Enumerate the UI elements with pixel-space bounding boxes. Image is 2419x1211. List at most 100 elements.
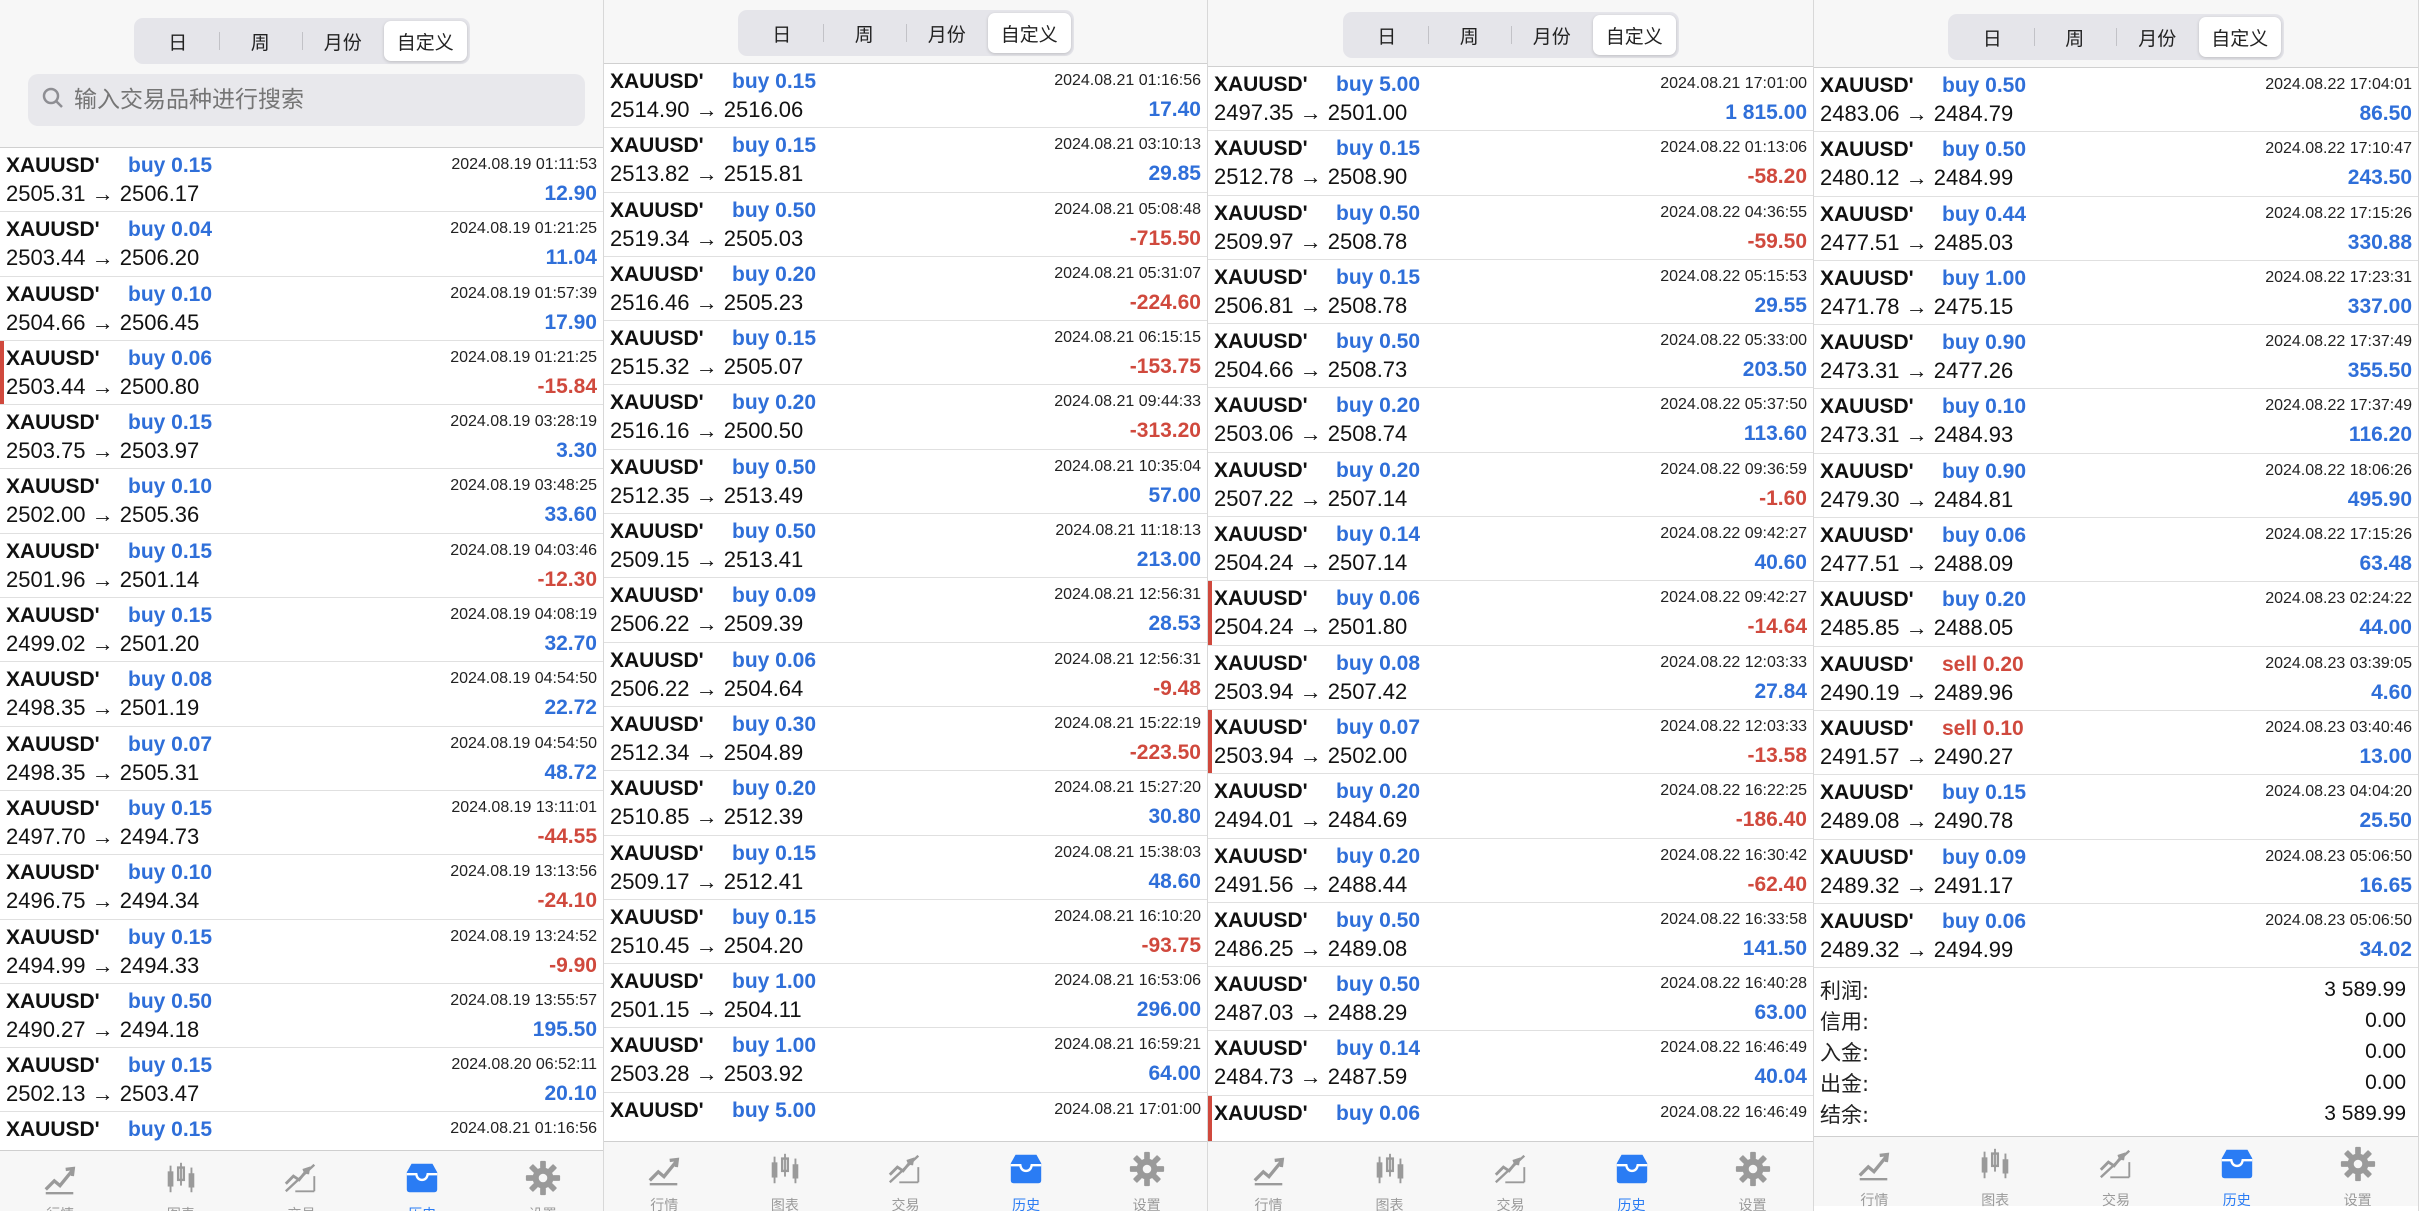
deal-row[interactable]: XAUUSD' buy 1.00 2024.08.21 16:59:21 2503.2…: [604, 1028, 1207, 1093]
deal-row[interactable]: XAUUSD' sell 0.20 2024.08.23 03:39:05 2490.…: [1814, 647, 2418, 711]
period-option[interactable]: 周: [823, 13, 906, 53]
period-option[interactable]: 月份: [301, 21, 385, 61]
tab-quotes[interactable]: 行情: [1834, 1145, 1914, 1210]
deal-row[interactable]: XAUUSD' buy 0.50 2024.08.22 17:04:01 2483.0…: [1814, 68, 2418, 133]
period-option[interactable]: 月份: [1510, 15, 1594, 55]
tab-gear[interactable]: 设置: [2318, 1145, 2398, 1210]
deal-row[interactable]: XAUUSD' buy 0.04 2024.08.19 01:21:25 2503.4…: [0, 212, 603, 277]
period-option[interactable]: 日: [1346, 15, 1429, 55]
tab-trade[interactable]: 交易: [2076, 1145, 2156, 1210]
tab-history[interactable]: 历史: [382, 1159, 462, 1211]
deal-row[interactable]: XAUUSD' buy 0.50 2024.08.21 10:35:04 2512.3…: [604, 450, 1207, 515]
tab-quotes[interactable]: 行情: [624, 1150, 704, 1211]
deal-row[interactable]: XAUUSD' buy 0.20 2024.08.21 09:44:33 2516.1…: [604, 385, 1207, 450]
deal-row[interactable]: XAUUSD' buy 0.15 2024.08.19 03:28:19 2503.7…: [0, 405, 603, 470]
deal-row[interactable]: XAUUSD' buy 0.15 2024.08.21 16:10:20 2510.4…: [604, 900, 1207, 965]
period-option[interactable]: 自定义: [1593, 15, 1676, 55]
tab-gear[interactable]: 设置: [1713, 1150, 1793, 1211]
deal-row[interactable]: XAUUSD' buy 0.09 2024.08.21 12:56:31 2506.2…: [604, 578, 1207, 643]
tab-history[interactable]: 历史: [2197, 1145, 2277, 1210]
deal-row[interactable]: XAUUSD' buy 0.20 2024.08.22 09:36:59 2507.2…: [1208, 453, 1813, 518]
deal-row[interactable]: XAUUSD' buy 0.10 2024.08.19 01:57:39 2504.6…: [0, 277, 603, 341]
deal-row[interactable]: XAUUSD' buy 0.15 2024.08.19 04:03:46 2501.9…: [0, 534, 603, 599]
tab-trade[interactable]: 交易: [865, 1150, 945, 1211]
tab-trade[interactable]: 交易: [261, 1159, 341, 1211]
deal-row[interactable]: XAUUSD' buy 0.50 2024.08.22 16:40:28 2487.0…: [1208, 967, 1813, 1032]
deal-row[interactable]: XAUUSD' buy 0.06 2024.08.22 09:42:27 2504.2…: [1208, 581, 1813, 646]
deal-row[interactable]: XAUUSD' buy 0.50 2024.08.22 16:33:58 2486.2…: [1208, 903, 1813, 968]
period-option[interactable]: 日: [741, 13, 824, 53]
deal-row[interactable]: XAUUSD' buy 0.20 2024.08.21 15:27:20 2510.8…: [604, 771, 1207, 836]
deal-row[interactable]: XAUUSD' buy 0.10 2024.08.19 13:13:56 2496.7…: [0, 855, 603, 920]
deal-row[interactable]: XAUUSD' buy 0.90 2024.08.22 17:37:49 2473.3…: [1814, 325, 2418, 390]
deal-row[interactable]: XAUUSD' buy 0.50 2024.08.21 11:18:13 2509.1…: [604, 514, 1207, 579]
period-option[interactable]: 周: [1428, 15, 1511, 55]
deal-row[interactable]: XAUUSD' buy 1.00 2024.08.21 16:53:06 2501.1…: [604, 964, 1207, 1029]
deal-row[interactable]: XAUUSD' buy 0.50 2024.08.19 13:55:57 2490.2…: [0, 984, 603, 1049]
deal-row[interactable]: XAUUSD' buy 0.30 2024.08.21 15:22:19 2512.3…: [604, 707, 1207, 772]
period-option[interactable]: 自定义: [2198, 17, 2281, 57]
deal-row[interactable]: XAUUSD' buy 0.15 2024.08.22 05:15:53 2506.8…: [1208, 260, 1813, 325]
deal-row[interactable]: XAUUSD' buy 0.08 2024.08.22 12:03:33 2503.9…: [1208, 646, 1813, 710]
deal-row[interactable]: XAUUSD' buy 0.20 2024.08.22 16:22:25 2494.0…: [1208, 774, 1813, 839]
tab-history[interactable]: 历史: [1592, 1150, 1672, 1211]
deal-row[interactable]: XAUUSD' buy 0.07 2024.08.19 04:54:50 2498.3…: [0, 727, 603, 791]
deal-row[interactable]: XAUUSD' buy 1.00 2024.08.22 17:23:31 2471.7…: [1814, 261, 2418, 326]
deal-row[interactable]: XAUUSD' buy 0.50 2024.08.22 17:10:47 2480.1…: [1814, 132, 2418, 197]
deal-row[interactable]: XAUUSD' buy 0.15 2024.08.21 01:16:56 2514.9…: [604, 64, 1207, 129]
tab-chart[interactable]: 图表: [1955, 1145, 2035, 1210]
period-option[interactable]: 月份: [905, 13, 989, 53]
period-option[interactable]: 日: [1951, 17, 2034, 57]
deal-row[interactable]: XAUUSD' buy 0.15 2024.08.19 04:08:19 2499.0…: [0, 598, 603, 663]
deal-row[interactable]: XAUUSD' buy 0.15 2024.08.19 13:11:01 2497.7…: [0, 791, 603, 856]
tab-chart[interactable]: 图表: [745, 1150, 825, 1211]
period-option[interactable]: 周: [219, 21, 302, 61]
deal-row[interactable]: XAUUSD' sell 0.10 2024.08.23 03:40:46 2491.…: [1814, 711, 2418, 776]
deal-row[interactable]: XAUUSD' buy 0.15 2024.08.22 01:13:06 2512.7…: [1208, 131, 1813, 196]
deal-row[interactable]: XAUUSD' buy 0.14 2024.08.22 09:42:27 2504.2…: [1208, 517, 1813, 582]
period-option[interactable]: 自定义: [384, 21, 467, 61]
search-bar[interactable]: [28, 74, 585, 126]
deal-row[interactable]: XAUUSD' buy 0.06 2024.08.22 17:15:26 2477.5…: [1814, 518, 2418, 583]
deal-row[interactable]: XAUUSD' buy 0.10 2024.08.19 03:48:25 2502.0…: [0, 469, 603, 534]
deal-row[interactable]: XAUUSD' buy 0.09 2024.08.23 05:06:50 2489.3…: [1814, 840, 2418, 904]
period-option[interactable]: 自定义: [988, 13, 1071, 53]
tab-trade[interactable]: 交易: [1471, 1150, 1551, 1211]
tab-gear[interactable]: 设置: [1107, 1150, 1187, 1211]
tab-chart[interactable]: 图表: [141, 1159, 221, 1211]
deal-row[interactable]: XAUUSD' buy 0.90 2024.08.22 18:06:26 2479.3…: [1814, 454, 2418, 519]
deal-row[interactable]: XAUUSD' buy 0.15 2024.08.19 01:11:53 2505.3…: [0, 148, 603, 213]
deal-row[interactable]: XAUUSD' buy 0.15 2024.08.21 15:38:03 2509.1…: [604, 836, 1207, 900]
tab-chart[interactable]: 图表: [1350, 1150, 1430, 1211]
tab-quotes[interactable]: 行情: [20, 1159, 100, 1211]
deal-row[interactable]: XAUUSD' buy 0.44 2024.08.22 17:15:26 2477.5…: [1814, 197, 2418, 261]
period-option[interactable]: 月份: [2116, 17, 2199, 57]
deal-row[interactable]: XAUUSD' buy 0.20 2024.08.22 05:37:50 2503.0…: [1208, 388, 1813, 453]
deal-row[interactable]: XAUUSD' buy 0.20 2024.08.23 02:24:22 2485.8…: [1814, 582, 2418, 647]
period-option[interactable]: 日: [137, 21, 220, 61]
deal-row[interactable]: XAUUSD' buy 0.15 2024.08.23 04:04:20 2489.0…: [1814, 775, 2418, 840]
period-option[interactable]: 周: [2033, 17, 2117, 57]
deal-row[interactable]: XAUUSD' buy 0.15 2024.08.19 13:24:52 2494.9…: [0, 920, 603, 984]
deal-row[interactable]: XAUUSD' buy 0.50 2024.08.22 05:33:00 2504.6…: [1208, 324, 1813, 389]
search-input[interactable]: [74, 87, 585, 113]
deal-row[interactable]: XAUUSD' buy 0.14 2024.08.22 16:46:49 2484.7…: [1208, 1031, 1813, 1096]
deal-row[interactable]: XAUUSD' buy 0.20 2024.08.21 05:31:07 2516.4…: [604, 257, 1207, 322]
deal-row[interactable]: XAUUSD' buy 0.50 2024.08.22 04:36:55 2509.9…: [1208, 196, 1813, 260]
deal-row[interactable]: XAUUSD' buy 5.00 2024.08.21 17:01:00 2497.3…: [1208, 67, 1813, 132]
deal-row[interactable]: XAUUSD' buy 0.15 2024.08.21 06:15:15 2515.3…: [604, 321, 1207, 386]
tab-history[interactable]: 历史: [986, 1150, 1066, 1211]
deal-row[interactable]: XAUUSD' buy 0.20 2024.08.22 16:30:42 2491.5…: [1208, 839, 1813, 903]
deal-profit: 355.50: [2347, 359, 2412, 383]
deal-row[interactable]: XAUUSD' buy 0.15 2024.08.20 06:52:11 2502.1…: [0, 1048, 603, 1113]
tab-gear[interactable]: 设置: [503, 1159, 583, 1211]
tab-quotes[interactable]: 行情: [1229, 1150, 1309, 1211]
deal-row[interactable]: XAUUSD' buy 0.50 2024.08.21 05:08:48 2519.3…: [604, 193, 1207, 257]
deal-row[interactable]: XAUUSD' buy 0.07 2024.08.22 12:03:33 2503.9…: [1208, 709, 1813, 775]
deal-row[interactable]: XAUUSD' buy 0.15 2024.08.21 03:10:13 2513.8…: [604, 128, 1207, 193]
deal-row[interactable]: XAUUSD' buy 0.10 2024.08.22 17:37:49 2473.3…: [1814, 389, 2418, 454]
deal-row[interactable]: XAUUSD' buy 0.06 2024.08.23 05:06:50 2489.3…: [1814, 904, 2418, 969]
deal-row[interactable]: XAUUSD' buy 0.06 2024.08.21 12:56:31 2506.2…: [604, 643, 1207, 707]
deal-row[interactable]: XAUUSD' buy 0.06 2024.08.19 01:21:25 2503.4…: [0, 340, 603, 406]
deal-row[interactable]: XAUUSD' buy 0.08 2024.08.19 04:54:50 2498.3…: [0, 662, 603, 727]
